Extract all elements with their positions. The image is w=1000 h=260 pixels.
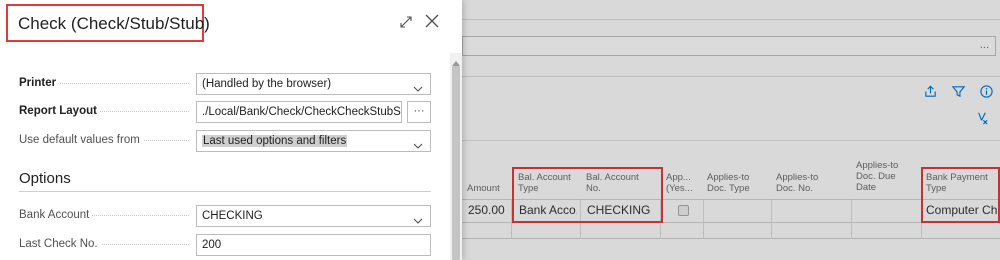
last-check-no-row: Last Check No. 200 bbox=[19, 234, 431, 256]
report-layout-label: Report Layout bbox=[19, 105, 100, 117]
printer-label: Printer bbox=[19, 77, 60, 89]
chevron-down-icon bbox=[413, 80, 423, 92]
report-layout-field[interactable]: ./Local/Bank/Check/CheckCheckStubStu... bbox=[196, 101, 402, 123]
title-highlight-box: Check (Check/Stub/Stub) bbox=[6, 4, 210, 42]
last-check-no-value: 200 bbox=[202, 239, 222, 251]
last-check-no-input[interactable]: 200 bbox=[196, 234, 431, 256]
bank-account-select[interactable]: CHECKING bbox=[196, 205, 431, 227]
printer-select[interactable]: (Handled by the browser) bbox=[196, 73, 431, 95]
report-request-dialog: Check (Check/Stub/Stub) Printer (Handled… bbox=[0, 0, 462, 260]
printer-row: Printer (Handled by the browser) bbox=[19, 73, 431, 95]
bank-account-label: Bank Account bbox=[19, 209, 93, 221]
chevron-down-icon bbox=[413, 212, 423, 224]
expand-icon[interactable] bbox=[398, 14, 414, 30]
dialog-title: Check (Check/Stub/Stub) bbox=[18, 14, 210, 33]
bank-account-row: Bank Account CHECKING bbox=[19, 205, 431, 227]
options-heading[interactable]: Options bbox=[19, 170, 71, 187]
report-layout-value: ./Local/Bank/Check/CheckCheckStubStu... bbox=[202, 106, 402, 118]
chevron-down-icon bbox=[413, 137, 423, 149]
use-default-row: Use default values from Last used option… bbox=[19, 130, 431, 152]
divider bbox=[19, 191, 431, 192]
use-default-label: Use default values from bbox=[19, 134, 143, 146]
last-check-no-label: Last Check No. bbox=[19, 238, 101, 250]
scroll-up-icon[interactable] bbox=[452, 55, 460, 66]
report-layout-lookup-button[interactable]: ··· bbox=[407, 101, 431, 123]
scrollbar-thumb[interactable] bbox=[452, 66, 460, 260]
printer-value: (Handled by the browser) bbox=[202, 78, 332, 90]
close-icon[interactable] bbox=[424, 13, 440, 29]
report-layout-row: Report Layout ./Local/Bank/Check/CheckCh… bbox=[19, 101, 431, 123]
bank-account-value: CHECKING bbox=[202, 210, 263, 222]
use-default-value: Last used options and filters bbox=[202, 135, 348, 147]
use-default-select[interactable]: Last used options and filters bbox=[196, 130, 431, 152]
